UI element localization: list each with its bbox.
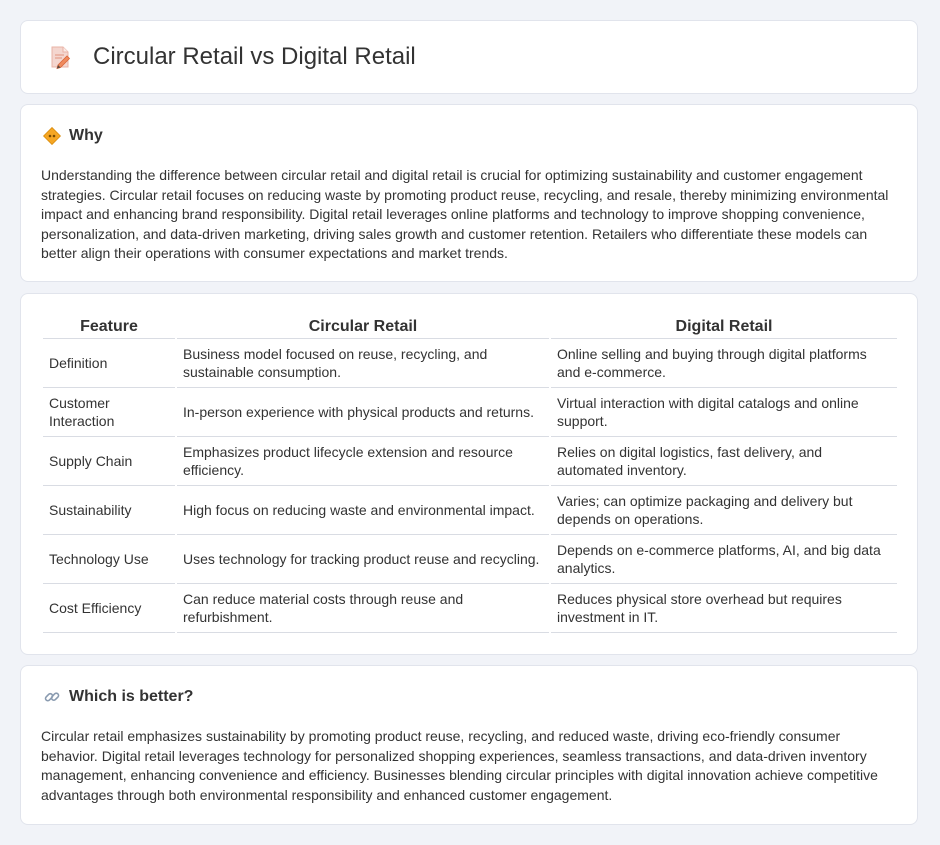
comparison-card: Feature Circular Retail Digital Retail D… bbox=[20, 293, 918, 655]
circular-cell: High focus on reducing waste and environ… bbox=[177, 486, 549, 535]
column-header-circular: Circular Retail bbox=[177, 316, 549, 339]
circular-cell: Can reduce material costs through reuse … bbox=[177, 584, 549, 633]
page-title: Circular Retail vs Digital Retail bbox=[93, 43, 416, 70]
feature-cell: Technology Use bbox=[43, 535, 175, 584]
comparison-table: Feature Circular Retail Digital Retail D… bbox=[41, 316, 899, 633]
column-header-feature: Feature bbox=[43, 316, 175, 339]
table-row: Technology Use Uses technology for track… bbox=[43, 535, 897, 584]
digital-cell: Depends on e-commerce platforms, AI, and… bbox=[551, 535, 897, 584]
table-row: Supply Chain Emphasizes product lifecycl… bbox=[43, 437, 897, 486]
link-icon bbox=[44, 692, 60, 702]
why-heading: Why bbox=[69, 127, 103, 144]
feature-cell: Definition bbox=[43, 339, 175, 388]
table-row: Customer Interaction In-person experienc… bbox=[43, 388, 897, 437]
circular-cell: Business model focused on reuse, recycli… bbox=[177, 339, 549, 388]
digital-cell: Virtual interaction with digital catalog… bbox=[551, 388, 897, 437]
feature-cell: Customer Interaction bbox=[43, 388, 175, 437]
circular-cell: Emphasizes product lifecycle extension a… bbox=[177, 437, 549, 486]
digital-cell: Varies; can optimize packaging and deliv… bbox=[551, 486, 897, 535]
digital-cell: Online selling and buying through digita… bbox=[551, 339, 897, 388]
table-row: Sustainability High focus on reducing wa… bbox=[43, 486, 897, 535]
which-is-better-section: Which is better? Circular retail emphasi… bbox=[20, 665, 918, 825]
table-row: Cost Efficiency Can reduce material cost… bbox=[43, 584, 897, 633]
column-header-digital: Digital Retail bbox=[551, 316, 897, 339]
feature-cell: Sustainability bbox=[43, 486, 175, 535]
circular-cell: Uses technology for tracking product reu… bbox=[177, 535, 549, 584]
why-section: Why Understanding the difference between… bbox=[20, 104, 918, 282]
digital-cell: Reduces physical store overhead but requ… bbox=[551, 584, 897, 633]
which-is-better-paragraph: Circular retail emphasizes sustainabilit… bbox=[41, 728, 878, 803]
why-paragraph: Understanding the difference between cir… bbox=[41, 167, 889, 262]
diamond-sign-icon bbox=[43, 127, 61, 145]
document-pencil-icon bbox=[51, 46, 71, 70]
which-is-better-heading: Which is better? bbox=[69, 688, 194, 705]
table-header-row: Feature Circular Retail Digital Retail bbox=[43, 316, 897, 339]
table-row: Definition Business model focused on reu… bbox=[43, 339, 897, 388]
feature-cell: Supply Chain bbox=[43, 437, 175, 486]
title-card: Circular Retail vs Digital Retail bbox=[20, 20, 918, 94]
digital-cell: Relies on digital logistics, fast delive… bbox=[551, 437, 897, 486]
circular-cell: In-person experience with physical produ… bbox=[177, 388, 549, 437]
feature-cell: Cost Efficiency bbox=[43, 584, 175, 633]
